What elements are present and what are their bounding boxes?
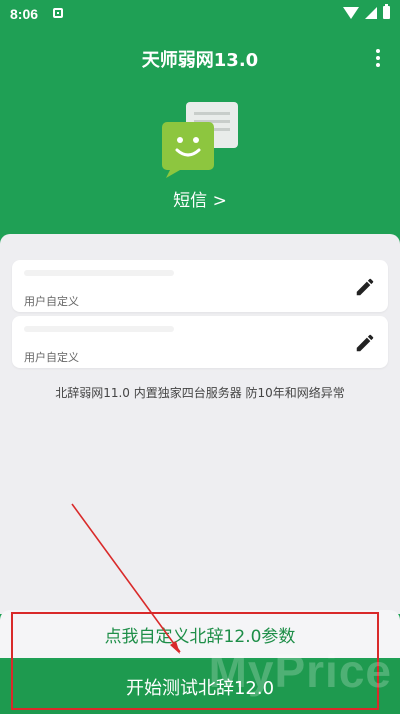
param-value-placeholder bbox=[24, 270, 174, 276]
page-title: 天师弱网13.0 bbox=[141, 50, 259, 71]
wifi-icon bbox=[343, 6, 359, 19]
signal-icon bbox=[365, 6, 377, 19]
info-note: 北辞弱网11.0 内置独家四台服务器 防10年和网络异常 bbox=[55, 386, 345, 400]
params-panel: 用户自定义 用户自定义 北辞弱网11.0 内置独家四台服务器 防10年和网络异常 bbox=[0, 234, 400, 614]
sms-link[interactable]: 短信 > bbox=[0, 186, 400, 211]
edit-icon[interactable] bbox=[354, 276, 376, 298]
param-card-1[interactable]: 用户自定义 bbox=[12, 260, 388, 312]
param-card-2[interactable]: 用户自定义 bbox=[12, 316, 388, 368]
param-sub-label: 用户自定义 bbox=[24, 295, 79, 308]
battery-icon bbox=[383, 4, 390, 19]
notification-icon bbox=[53, 8, 63, 18]
edit-icon[interactable] bbox=[354, 332, 376, 354]
status-time: 8:06 bbox=[10, 6, 39, 22]
more-menu-icon[interactable] bbox=[376, 49, 380, 67]
custom-params-button[interactable]: 点我自定义北辞12.0参数 bbox=[0, 610, 400, 658]
status-bar: 8:06 bbox=[0, 0, 400, 30]
status-indicators bbox=[343, 4, 390, 19]
param-sub-label: 用户自定义 bbox=[24, 351, 79, 364]
param-value-placeholder bbox=[24, 326, 174, 332]
sms-icon[interactable] bbox=[160, 100, 242, 180]
start-test-button[interactable]: 开始测试北辞12.0 bbox=[0, 660, 400, 714]
